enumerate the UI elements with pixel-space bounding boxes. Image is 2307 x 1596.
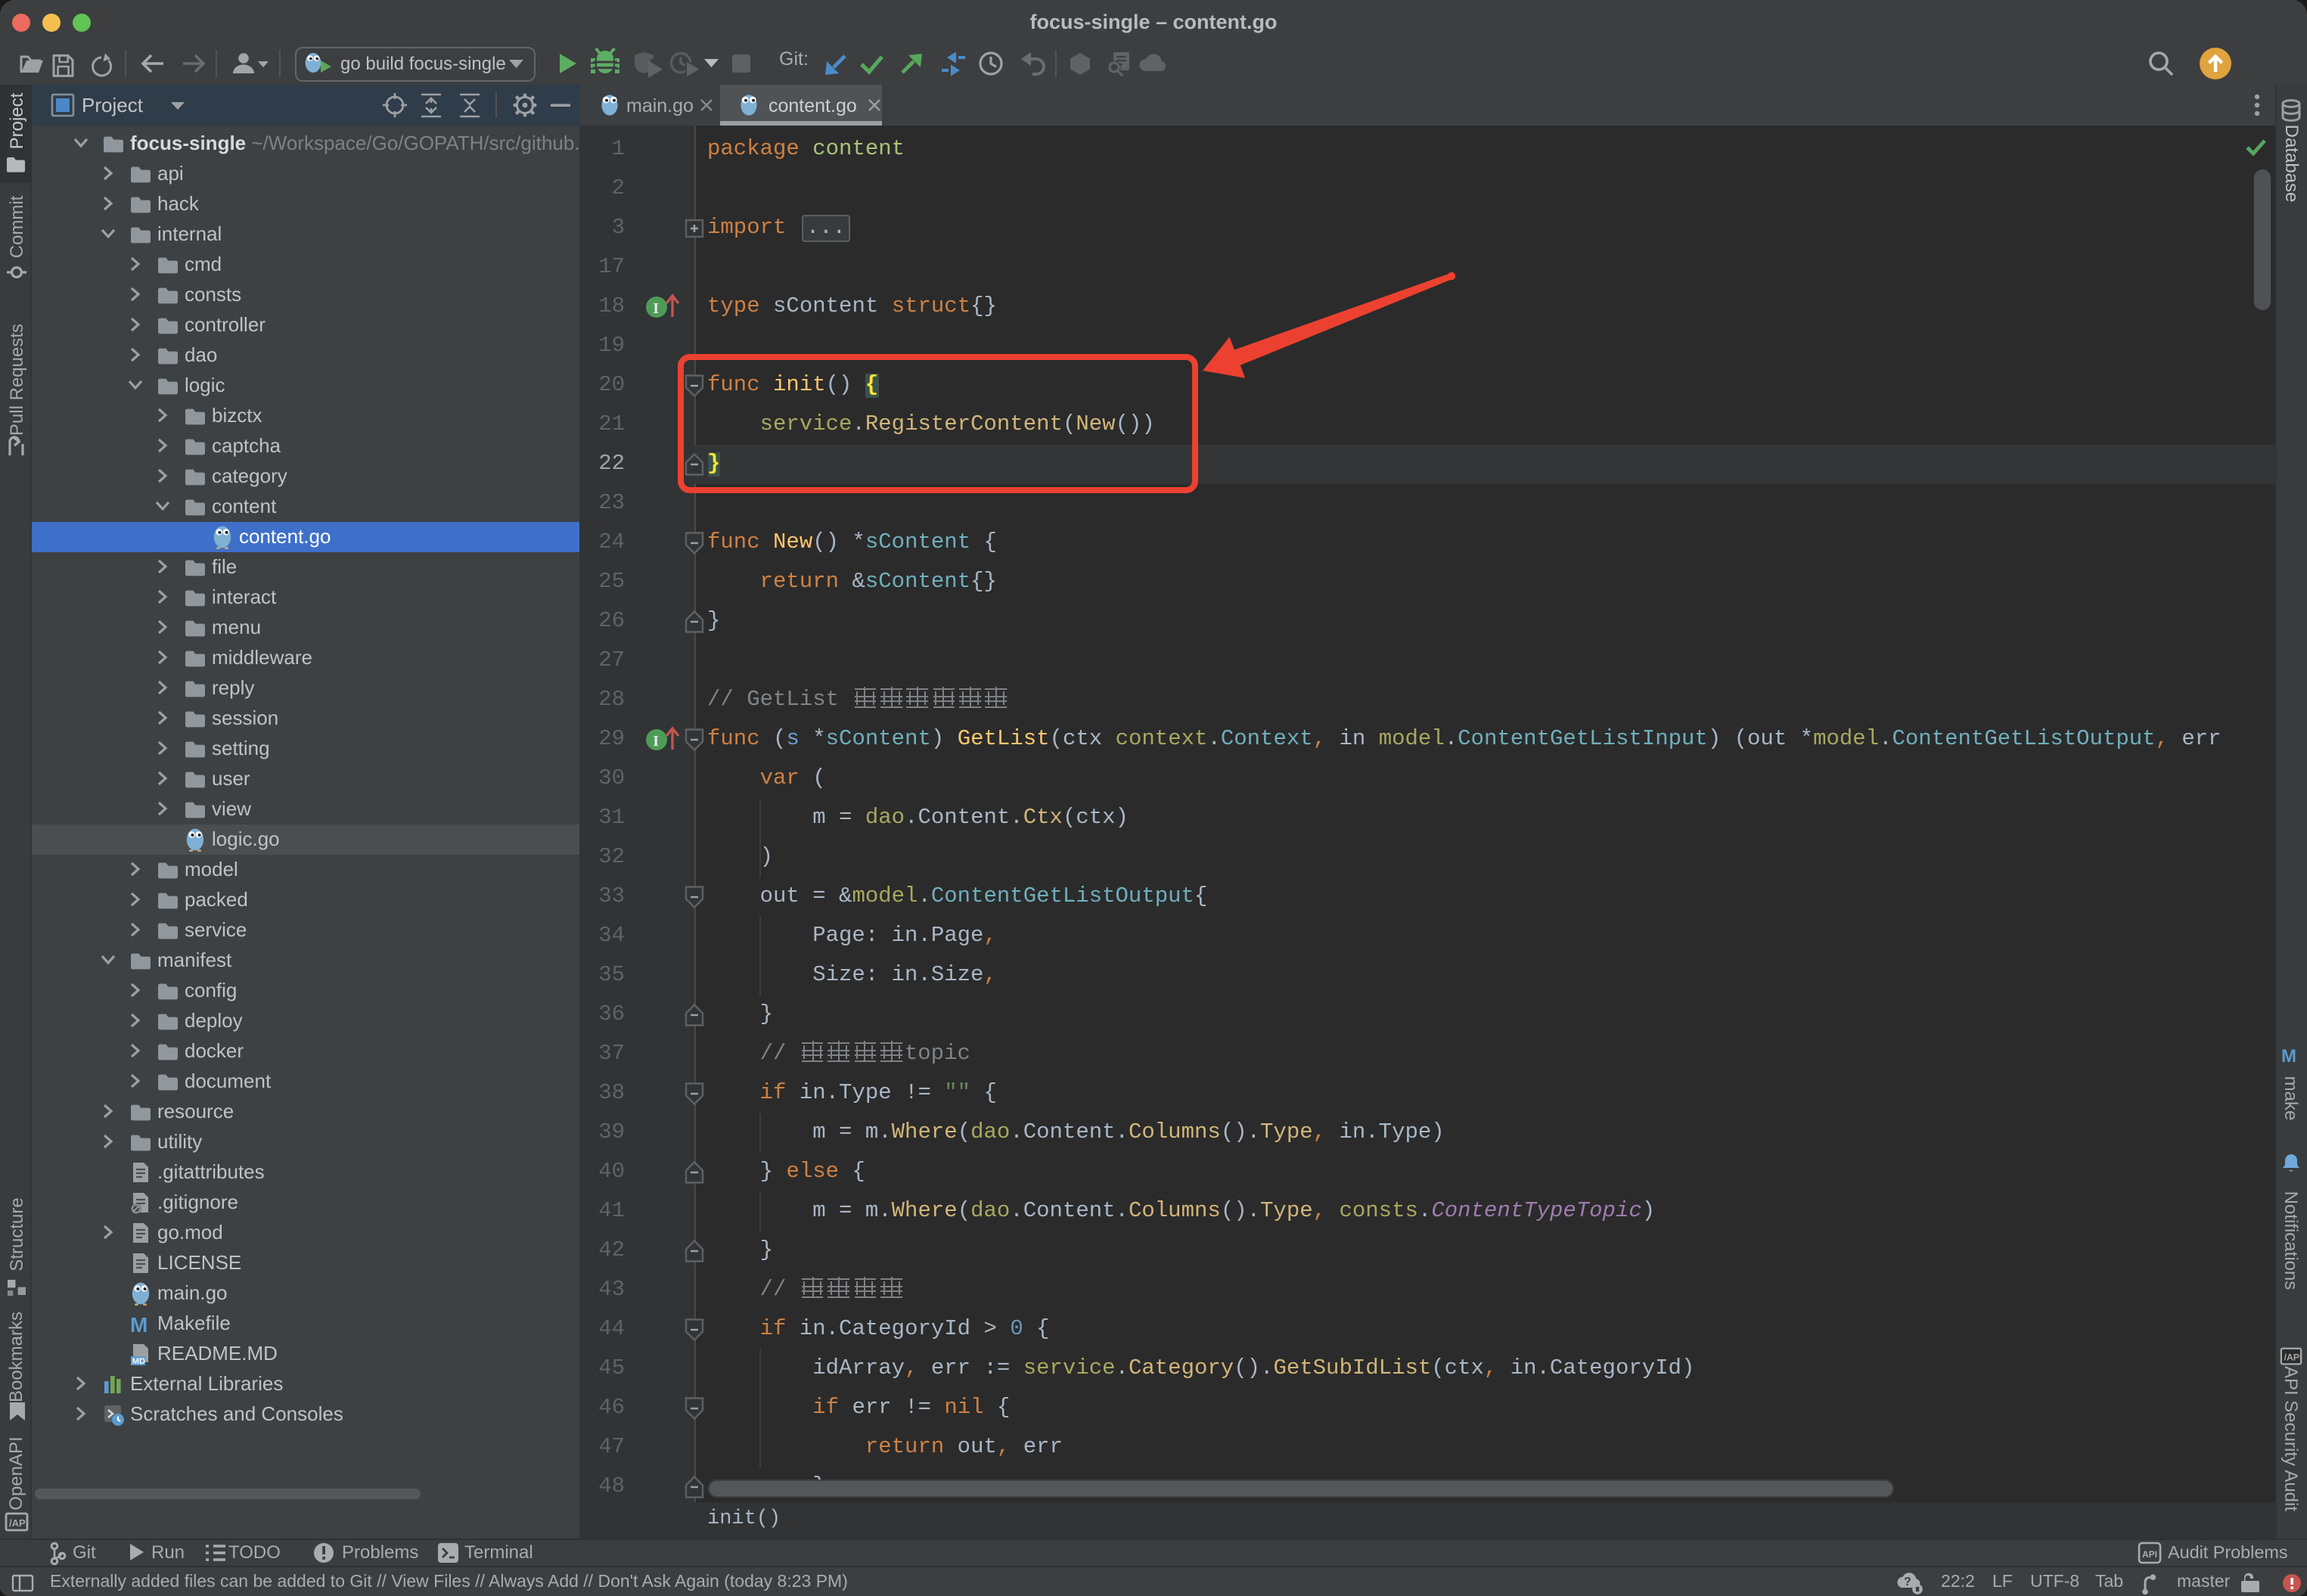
svg-text:I: I: [653, 300, 659, 317]
svg-text:?: ?: [1904, 1575, 1911, 1588]
svg-text:I: I: [653, 733, 659, 750]
svg-text:API: API: [2142, 1549, 2157, 1560]
svg-text:/API: /API: [9, 1517, 28, 1529]
svg-text:M: M: [2281, 1046, 2296, 1065]
